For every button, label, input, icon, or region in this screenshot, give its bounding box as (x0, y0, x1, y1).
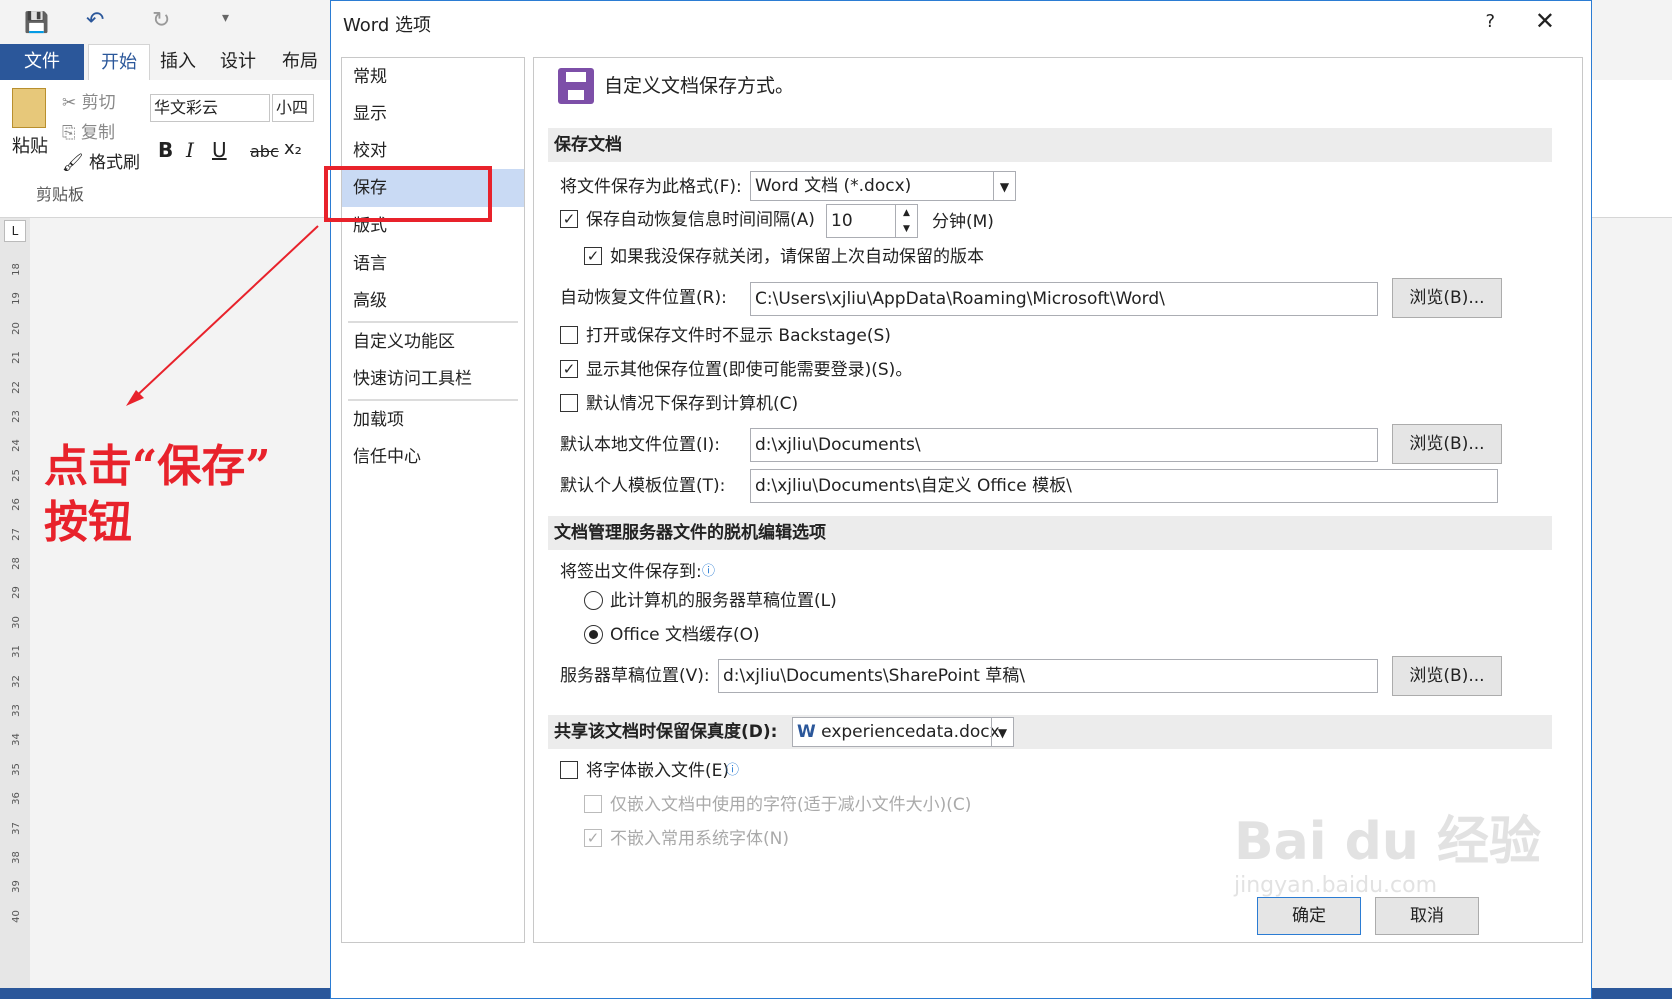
embed-used-label: 仅嵌入文档中使用的字符(适于减小文件大小)(C) (610, 795, 972, 815)
nav-customize-ribbon[interactable]: 自定义功能区 (342, 323, 524, 361)
word-options-dialog: Word 选项 ? ✕ 常规 显示 校对 保存 版式 语言 高级 自定义功能区 … (324, 0, 1592, 999)
section-fidelity: 共享该文档时保留保真度(D): (548, 715, 1552, 749)
ruler-number: 34 (10, 733, 22, 747)
browse-local-button[interactable]: 浏览(B)... (1392, 424, 1502, 464)
ruler-number: 37 (10, 821, 22, 835)
embed-fonts-checkbox[interactable] (560, 761, 578, 779)
ruler-number: 25 (10, 468, 22, 482)
office-cache-label: Office 文档缓存(O) (610, 625, 760, 645)
word-doc-icon: W (797, 722, 816, 742)
chevron-down-icon: ▼ (993, 172, 1015, 200)
section-save-documents: 保存文档 (548, 128, 1552, 162)
ruler-number: 33 (10, 704, 22, 717)
annotation-text-line1: 点击“保存” (44, 441, 271, 492)
fidelity-doc-select[interactable]: W experiencedata.docx ▼ (792, 717, 1014, 747)
server-drafts-label: 此计算机的服务器草稿位置(L) (610, 591, 837, 611)
minutes-label: 分钟(M) (932, 212, 994, 232)
embed-fonts-label: 将字体嵌入文件(E) (586, 761, 730, 781)
chevron-down-icon: ▼ (991, 718, 1013, 746)
browse-draft-button[interactable]: 浏览(B)... (1392, 656, 1502, 696)
ruler-number: 24 (10, 439, 22, 453)
server-drafts-radio[interactable] (584, 591, 603, 610)
checkout-label: 将签出文件保存到: (560, 562, 702, 582)
embed-common-checkbox[interactable]: ✓ (584, 829, 602, 847)
dialog-title: Word 选项 (343, 15, 431, 36)
info-icon: ⓘ (726, 763, 740, 778)
watermark-logo: Bai du 经验 (1234, 812, 1541, 872)
show-more-locations-checkbox[interactable]: ✓ (560, 360, 578, 378)
ruler-number: 36 (10, 792, 22, 806)
spin-down-icon[interactable]: ▼ (895, 221, 917, 237)
help-button[interactable]: ? (1485, 11, 1495, 32)
fidelity-doc-value: experiencedata.docx (821, 722, 1000, 742)
office-cache-radio[interactable] (584, 625, 603, 644)
save-options-panel: 自定义文档保存方式。 保存文档 将文件保存为此格式(F): Word 文档 (*… (533, 57, 1583, 943)
ruler-number: 26 (10, 498, 22, 512)
ruler-number: 30 (10, 615, 22, 629)
ruler-number: 29 (10, 586, 22, 600)
embed-used-checkbox[interactable] (584, 795, 602, 813)
autorecover-location-label: 自动恢复文件位置(R): (560, 288, 727, 308)
autorecover-label: 保存自动恢复信息时间间隔(A) (586, 210, 815, 230)
format-select[interactable]: Word 文档 (*.docx) ▼ (750, 171, 1016, 201)
annotation-arrow (126, 225, 319, 406)
ruler-number: 39 (10, 880, 22, 894)
panel-header: 自定义文档保存方式。 (604, 75, 795, 97)
show-more-locations-label: 显示其他保存位置(即使可能需要登录)(S)。 (586, 360, 913, 380)
nav-language[interactable]: 语言 (342, 245, 524, 283)
no-backstage-checkbox[interactable] (560, 326, 578, 344)
ruler-number: 40 (10, 909, 22, 923)
nav-trust-center[interactable]: 信任中心 (342, 438, 524, 476)
close-button[interactable]: ✕ (1535, 7, 1555, 35)
browse-autorecover-button[interactable]: 浏览(B)... (1392, 278, 1502, 318)
local-location-field[interactable]: d:\xjliu\Documents\ (750, 428, 1378, 462)
ruler-number: 27 (10, 527, 22, 541)
ruler-number: 38 (10, 851, 22, 864)
save-to-computer-checkbox[interactable] (560, 394, 578, 412)
no-backstage-label: 打开或保存文件时不显示 Backstage(S) (586, 326, 891, 346)
template-location-label: 默认个人模板位置(T): (560, 476, 726, 496)
fidelity-label: 共享该文档时保留保真度(D): (554, 722, 778, 742)
draft-location-label: 服务器草稿位置(V): (560, 666, 710, 686)
interval-spinner[interactable]: 10 ▲ ▼ (826, 204, 918, 238)
nav-general[interactable]: 常规 (342, 58, 524, 96)
format-value: Word 文档 (*.docx) (755, 176, 912, 196)
save-to-computer-label: 默认情况下保存到计算机(C) (586, 394, 799, 414)
draft-location-field[interactable]: d:\xjliu\Documents\SharePoint 草稿\ (718, 659, 1378, 693)
ok-button[interactable]: 确定 (1257, 897, 1361, 935)
autorecover-location-field[interactable]: C:\Users\xjliu\AppData\Roaming\Microsoft… (750, 282, 1378, 316)
interval-value: 10 (831, 211, 853, 231)
ruler-number: 32 (10, 674, 22, 688)
annotation-text-line2: 按钮 (44, 497, 132, 548)
info-icon: ⓘ (702, 564, 716, 579)
document-area-right (1590, 218, 1672, 988)
ruler-number: 35 (10, 762, 22, 776)
spin-up-icon[interactable]: ▲ (895, 205, 917, 221)
save-icon (558, 68, 594, 104)
keep-last-label: 如果我没保存就关闭，请保留上次自动保留的版本 (610, 247, 984, 267)
nav-advanced[interactable]: 高级 (342, 282, 524, 320)
nav-addins[interactable]: 加载项 (342, 401, 524, 439)
nav-display[interactable]: 显示 (342, 95, 524, 133)
format-label: 将文件保存为此格式(F): (560, 177, 742, 197)
local-location-label: 默认本地文件位置(I): (560, 435, 721, 455)
embed-common-label: 不嵌入常用系统字体(N) (610, 829, 789, 849)
cancel-button[interactable]: 取消 (1375, 897, 1479, 935)
ruler-number: 28 (10, 557, 22, 570)
template-location-field[interactable]: d:\xjliu\Documents\自定义 Office 模板\ (750, 469, 1498, 503)
section-offline-editing: 文档管理服务器文件的脱机编辑选项 (548, 516, 1552, 550)
annotation-highlight-box (324, 166, 492, 222)
keep-last-checkbox[interactable]: ✓ (584, 247, 602, 265)
nav-quick-access[interactable]: 快速访问工具栏 (342, 360, 524, 398)
autorecover-checkbox[interactable]: ✓ (560, 210, 578, 228)
watermark-url: jingyan.baidu.com (1234, 873, 1438, 898)
ruler-number: 31 (10, 645, 22, 659)
nav-proofing[interactable]: 校对 (342, 132, 524, 170)
